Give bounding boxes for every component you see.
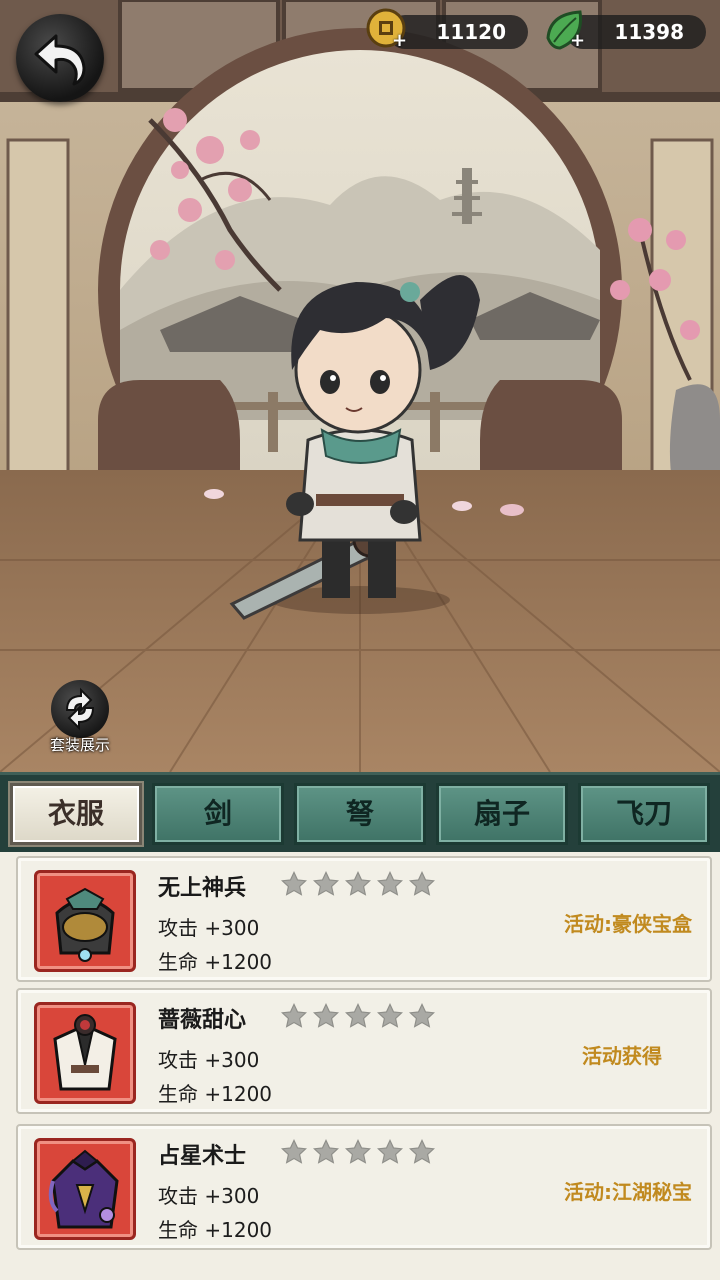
refresh-icon [65, 687, 95, 731]
star-icon [409, 1002, 435, 1028]
star-rating [280, 1138, 436, 1166]
outfit-name: 无上神兵 [158, 876, 247, 901]
armor-icon [55, 887, 115, 962]
outfit-source: 活动:江湖秘宝 [564, 1180, 692, 1204]
category-tabs: 衣服 剑 弩 扇子 飞刀 [0, 772, 720, 852]
tab-sword[interactable]: 剑 [152, 783, 284, 845]
star-icon [377, 1138, 403, 1164]
list-item[interactable]: 蔷薇甜心 攻击 +300 生命 +1200 活动获得 [16, 988, 712, 1114]
outfit-source: 活动:豪侠宝盒 [564, 912, 692, 936]
suit-display-label: 套装展示 [49, 736, 110, 754]
star-icon [409, 1138, 435, 1164]
tab-fan[interactable]: 扇子 [436, 783, 568, 845]
attack-stat: 攻击 +300 [158, 916, 260, 940]
outfit-thumbnail [34, 1138, 136, 1240]
tab-crossbow[interactable]: 弩 [294, 783, 426, 845]
back-button[interactable] [16, 14, 104, 102]
hp-stat: 生命 +1200 [158, 1082, 273, 1106]
tab-flying-knife[interactable]: 飞刀 [578, 783, 710, 845]
outfit-thumbnail [34, 870, 136, 972]
star-rating [280, 870, 436, 898]
star-rating [280, 1002, 436, 1030]
star-icon [281, 870, 307, 896]
star-icon [345, 870, 371, 896]
attack-stat: 攻击 +300 [158, 1184, 260, 1208]
outfit-name: 占星术士 [158, 1144, 247, 1169]
star-icon [313, 1002, 339, 1028]
suit-display-button[interactable]: 套装展示 [40, 680, 120, 756]
mage-robe-icon [48, 1149, 119, 1229]
outfit-name: 蔷薇甜心 [158, 1008, 247, 1033]
star-icon [345, 1002, 371, 1028]
hp-stat: 生命 +1200 [158, 950, 273, 974]
outfit-thumbnail [34, 1002, 136, 1104]
tab-clothes[interactable]: 衣服 [10, 783, 142, 845]
list-item[interactable]: 占星术士 攻击 +300 生命 +1200 活动:江湖秘宝 [16, 1124, 712, 1250]
star-icon [313, 1138, 339, 1164]
star-icon [281, 1138, 307, 1164]
star-icon [409, 870, 435, 896]
star-icon [281, 1002, 307, 1028]
star-icon [345, 1138, 371, 1164]
star-icon [377, 1002, 403, 1028]
jade-leaf-icon[interactable]: + [544, 8, 590, 54]
coin-icon[interactable]: + [366, 8, 412, 54]
character-scene [0, 0, 720, 772]
back-arrow-icon [34, 34, 86, 86]
hp-stat: 生命 +1200 [158, 1218, 273, 1242]
outfit-list: 无上神兵 攻击 +300 生命 +1200 活动:豪侠宝盒 蔷薇甜心 攻击 +3… [0, 852, 720, 1280]
outfit-source: 活动获得 [582, 1044, 662, 1068]
star-icon [377, 870, 403, 896]
star-icon [313, 870, 339, 896]
robe-icon [53, 1014, 117, 1091]
list-item[interactable]: 无上神兵 攻击 +300 生命 +1200 活动:豪侠宝盒 [16, 856, 712, 982]
attack-stat: 攻击 +300 [158, 1048, 260, 1072]
